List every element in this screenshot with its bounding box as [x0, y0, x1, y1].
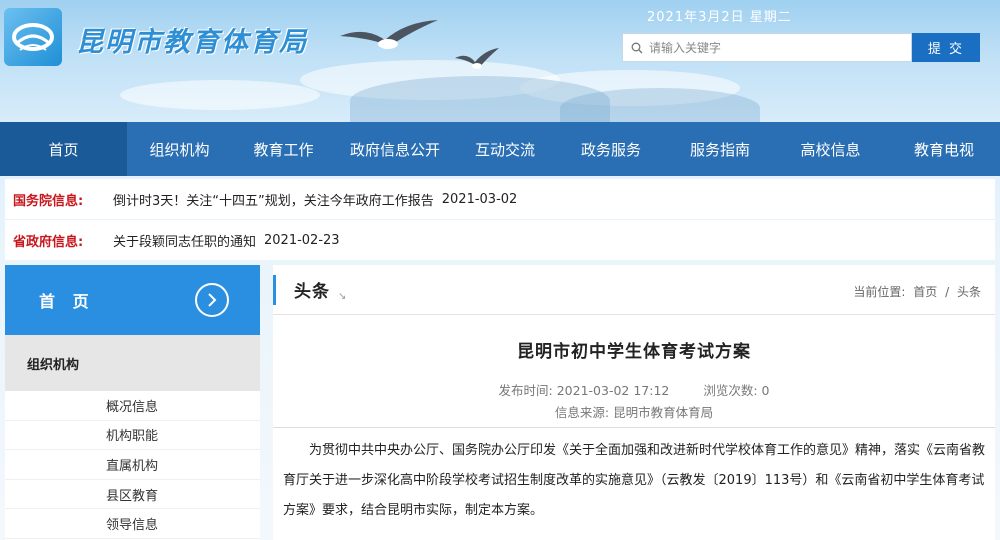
source-label: 信息来源:: [554, 405, 610, 420]
bureau-logo-icon[interactable]: [4, 8, 62, 66]
state-council-info-bar: 国务院信息: 倒计时3天！关注“十四五”规划，关注今年政府工作报告 2021-0…: [5, 179, 995, 219]
sidebar: 首 页 组织机构 概况信息 机构职能 直属机构 县区教育 领导信息: [5, 265, 260, 540]
article-meta: 发布时间: 2021-03-02 17:12 浏览次数: 0: [273, 380, 995, 399]
info-label: 国务院信息:: [13, 193, 84, 209]
section-title: 头条: [294, 282, 330, 302]
publish-label: 发布时间:: [498, 383, 553, 398]
breadcrumb-current[interactable]: 头条: [957, 285, 981, 299]
nav-item-home[interactable]: 首页: [0, 122, 127, 176]
sidebar-item-functions[interactable]: 机构职能: [5, 421, 260, 451]
cloud-decoration: [120, 80, 320, 110]
search-icon: [631, 42, 643, 53]
mountain-decoration: [560, 88, 760, 122]
info-link[interactable]: 关于段颖同志任职的通知: [113, 231, 256, 250]
nav-item-gov-services[interactable]: 政务服务: [555, 122, 667, 176]
nav-item-education-work[interactable]: 教育工作: [232, 122, 335, 176]
publish-time: 2021-03-02 17:12: [556, 383, 670, 398]
nav-item-gov-info-disclosure[interactable]: 政府信息公开: [335, 122, 455, 176]
breadcrumb-home[interactable]: 首页: [913, 285, 937, 299]
article-title: 昆明市初中学生体育考试方案: [517, 342, 751, 362]
search-box[interactable]: [622, 33, 912, 62]
sidebar-home[interactable]: 首 页: [5, 265, 260, 335]
nav-item-organization[interactable]: 组织机构: [127, 122, 232, 176]
source-value: 昆明市教育体育局: [613, 405, 714, 420]
section-header: 头条 ↘ 当前位置: 首页 / 头条: [273, 265, 995, 315]
sidebar-home-label: 首 页: [39, 292, 95, 311]
seagull-icon: [340, 20, 438, 49]
main-nav: 首页 组织机构 教育工作 政府信息公开 互动交流 政务服务 服务指南 高校信息 …: [0, 122, 1000, 176]
info-date: 2021-03-02: [441, 191, 518, 207]
sidebar-item-district-education[interactable]: 县区教育: [5, 480, 260, 510]
article-panel: 头条 ↘ 当前位置: 首页 / 头条 昆明市初中学生体育考试方案 发布时间: 2…: [273, 265, 995, 540]
current-date: 2021年3月2日 星期二: [647, 10, 792, 25]
corner-arrow-icon: ↘: [338, 291, 347, 302]
breadcrumb-separator: /: [945, 285, 950, 299]
nav-item-interaction[interactable]: 互动交流: [455, 122, 555, 176]
site-header: 昆明市教育体育局 2021年3月2日 星期二 提 交: [0, 0, 1000, 122]
sidebar-item-overview[interactable]: 概况信息: [5, 391, 260, 421]
search-input[interactable]: [649, 40, 899, 55]
submit-button[interactable]: 提 交: [912, 33, 980, 62]
info-link[interactable]: 倒计时3天！关注“十四五”规划，关注今年政府工作报告: [113, 190, 434, 209]
site-title[interactable]: 昆明市教育体育局: [76, 20, 308, 59]
breadcrumb: 当前位置: 首页 / 头条: [851, 283, 983, 300]
views-count: 0: [761, 383, 770, 398]
section-accent-bar: [273, 274, 276, 305]
nav-item-university-info[interactable]: 高校信息: [773, 122, 888, 176]
nav-item-service-guide[interactable]: 服务指南: [667, 122, 773, 176]
article-source: 信息来源: 昆明市教育体育局: [273, 402, 995, 421]
article-body: 为贯彻中共中央办公厅、国务院办公厅印发《关于全面加强和改进新时代学校体育工作的意…: [283, 443, 986, 518]
province-info-bar: 省政府信息: 关于段颖同志任职的通知 2021-02-23: [5, 220, 995, 260]
breadcrumb-prefix: 当前位置:: [853, 285, 906, 299]
info-label: 省政府信息:: [13, 234, 84, 250]
info-date: 2021-02-23: [264, 232, 340, 248]
chevron-right-icon[interactable]: [195, 283, 229, 317]
nav-item-education-tv[interactable]: 教育电视: [888, 122, 1000, 176]
views-label: 浏览次数:: [703, 383, 758, 398]
sidebar-section-title: 组织机构: [5, 335, 260, 391]
sidebar-item-leaders[interactable]: 领导信息: [5, 509, 260, 539]
sidebar-item-affiliated[interactable]: 直属机构: [5, 450, 260, 480]
seagull-icon: [455, 48, 499, 69]
